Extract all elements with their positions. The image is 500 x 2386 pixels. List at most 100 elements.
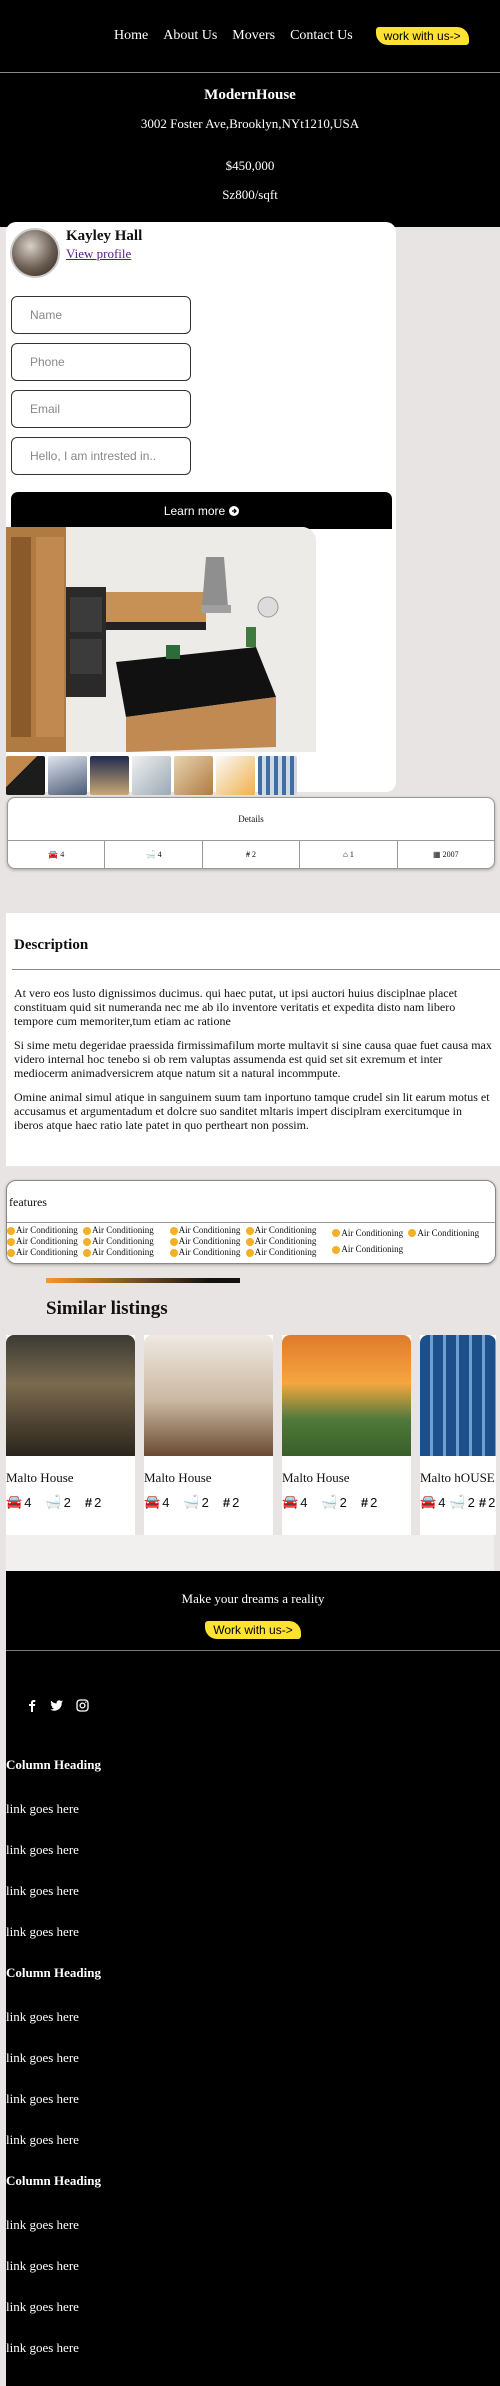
check-icon bbox=[169, 1248, 178, 1257]
footer-link[interactable]: link goes here bbox=[6, 2217, 500, 2258]
check-icon bbox=[245, 1226, 254, 1235]
check-icon bbox=[83, 1248, 91, 1257]
social-links bbox=[6, 1651, 500, 1757]
listing-rooms: #2 bbox=[85, 1495, 101, 1510]
listing-cars: 🚘 4 bbox=[282, 1494, 307, 1510]
instagram-icon[interactable] bbox=[76, 1699, 89, 1757]
check-icon bbox=[332, 1229, 341, 1238]
feature-label: Air Conditioning bbox=[178, 1225, 241, 1235]
listing-name: Malto House bbox=[282, 1470, 350, 1485]
main-property-photo[interactable] bbox=[6, 527, 316, 752]
check-icon bbox=[7, 1248, 15, 1257]
details-panel: Details 🚘 4 🛁 4 #2 ⌂ 1 ▦ 2007 bbox=[7, 797, 495, 869]
listing-card[interactable]: Malto House 🚘 4 🛁 2 #2 bbox=[144, 1335, 273, 1535]
nav-movers[interactable]: Movers bbox=[232, 28, 275, 44]
thumbnail[interactable] bbox=[6, 756, 45, 795]
phone-field[interactable]: Phone bbox=[11, 343, 191, 381]
thumbnail[interactable] bbox=[48, 756, 87, 795]
listing-rooms: #2 bbox=[223, 1495, 239, 1510]
check-icon bbox=[332, 1245, 341, 1254]
feature-label: Air Conditioning bbox=[254, 1236, 317, 1246]
footer-link[interactable]: link goes here bbox=[6, 2258, 500, 2299]
stat-value: 4 bbox=[438, 1494, 446, 1510]
avatar bbox=[10, 228, 60, 278]
listing-card[interactable]: Malto hOUSE 🚘 4 🛁 2 #2 bbox=[420, 1335, 496, 1535]
footer-link[interactable]: link goes here bbox=[6, 2340, 500, 2381]
car-icon: 🚘 bbox=[144, 1494, 161, 1509]
learn-more-button[interactable]: Learn more bbox=[11, 492, 392, 529]
email-field[interactable]: Email bbox=[11, 390, 191, 428]
nav-about-us[interactable]: About Us bbox=[163, 28, 217, 44]
property-price: $450,000 bbox=[225, 158, 275, 173]
check-icon bbox=[245, 1237, 254, 1246]
thumbnail[interactable] bbox=[90, 756, 129, 795]
thumbnail[interactable] bbox=[258, 756, 297, 795]
feature-item: Air Conditioning bbox=[169, 1225, 246, 1236]
thumbnail[interactable] bbox=[132, 756, 171, 795]
footer-link[interactable]: link goes here bbox=[6, 1801, 500, 1842]
car-icon: 🚘 bbox=[420, 1494, 437, 1509]
property-title: ModernHouse bbox=[204, 87, 296, 103]
footer-link[interactable]: link goes here bbox=[6, 2132, 500, 2173]
name-field[interactable]: Name bbox=[11, 296, 191, 334]
listing-cars: 🚘 4 bbox=[6, 1494, 31, 1510]
footer-link[interactable]: link goes here bbox=[6, 2299, 500, 2340]
footer-link[interactable]: link goes here bbox=[6, 2050, 500, 2091]
stat-value: 2 bbox=[94, 1494, 102, 1510]
work-with-us-button[interactable]: work with us-> bbox=[375, 27, 469, 45]
bath-icon: 🛁 bbox=[449, 1494, 466, 1509]
footer-link[interactable]: link goes here bbox=[6, 1883, 500, 1924]
feature-label: Air Conditioning bbox=[178, 1247, 241, 1257]
thumbnail[interactable] bbox=[216, 756, 255, 795]
footer-link[interactable]: link goes here bbox=[6, 2009, 500, 2050]
kitchen-image bbox=[6, 527, 316, 752]
check-icon bbox=[169, 1237, 178, 1246]
stat-value: 2 bbox=[467, 1494, 475, 1510]
feature-item: Air Conditioning bbox=[332, 1225, 408, 1242]
footer-column-heading: Column Heading bbox=[6, 1965, 101, 1980]
feature-label: Air Conditioning bbox=[92, 1247, 154, 1257]
description-divider bbox=[12, 969, 500, 970]
work-with-us-footer-button[interactable]: Work with us-> bbox=[205, 1621, 301, 1639]
twitter-icon[interactable] bbox=[50, 1699, 64, 1757]
details-cell-cars: 🚘 4 bbox=[8, 841, 106, 868]
features-panel: features Air Conditioning Air Conditioni… bbox=[6, 1180, 496, 1264]
listing-card[interactable]: Malto House 🚘 4 🛁 2 #2 bbox=[282, 1335, 411, 1535]
footer-link[interactable]: link goes here bbox=[6, 1924, 500, 1965]
message-field[interactable]: Hello, I am intrested in.. bbox=[11, 437, 191, 475]
stat-value: 4 bbox=[24, 1494, 32, 1510]
listing-rooms: #2 bbox=[361, 1495, 377, 1510]
listing-name: Malto House bbox=[144, 1470, 212, 1485]
check-icon bbox=[7, 1237, 15, 1246]
nav-contact-us[interactable]: Contact Us bbox=[290, 28, 353, 44]
details-title: Details bbox=[8, 798, 494, 841]
facebook-icon[interactable] bbox=[26, 1699, 38, 1757]
feature-item: Air Conditioning bbox=[7, 1225, 83, 1236]
hash-icon: # bbox=[222, 1494, 231, 1510]
details-cell-homes: ⌂ 1 bbox=[300, 841, 398, 868]
stat-value: 2 bbox=[339, 1494, 347, 1510]
listing-name: Malto hOUSE bbox=[420, 1470, 495, 1485]
feature-item: Air Conditioning bbox=[7, 1247, 83, 1258]
listing-stats: 🚘 4 🛁 2 #2 bbox=[144, 1494, 273, 1510]
bath-icon: 🛁 bbox=[321, 1494, 338, 1509]
agent-name: Kayley Hall bbox=[66, 228, 143, 244]
listing-card[interactable]: Malto House 🚘 4 🛁 2 #2 bbox=[6, 1335, 135, 1535]
nav-home[interactable]: Home bbox=[114, 28, 148, 44]
listing-baths: 🛁 2 bbox=[45, 1494, 70, 1510]
listing-stats: 🚘 4 🛁 2 #2 bbox=[282, 1494, 411, 1510]
similar-listings-title: Similar listings bbox=[46, 1298, 168, 1319]
listing-photo bbox=[144, 1335, 273, 1456]
check-icon bbox=[245, 1248, 254, 1257]
stat-value: 2 bbox=[488, 1494, 496, 1510]
description-title: Description bbox=[14, 937, 89, 953]
car-icon: 🚘 bbox=[282, 1494, 299, 1509]
view-profile-link[interactable]: View profile bbox=[66, 246, 131, 261]
features-title: features bbox=[7, 1181, 495, 1223]
features-column: Air Conditioning Air Conditioning Air Co… bbox=[169, 1225, 333, 1258]
footer-link[interactable]: link goes here bbox=[6, 2091, 500, 2132]
features-column: Air Conditioning Air Conditioning Air Co… bbox=[7, 1225, 170, 1258]
footer-link[interactable]: link goes here bbox=[6, 1842, 500, 1883]
thumbnail[interactable] bbox=[174, 756, 213, 795]
listing-baths: 🛁 2 bbox=[183, 1494, 208, 1510]
